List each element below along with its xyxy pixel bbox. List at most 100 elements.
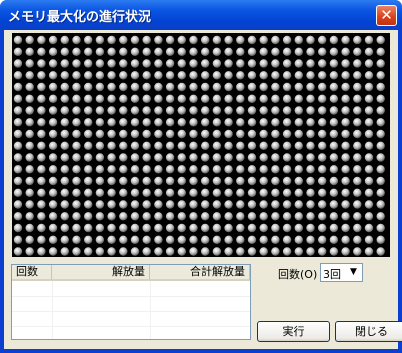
count-select[interactable]: 3回 ▼ xyxy=(320,263,363,282)
memory-dot xyxy=(271,59,280,68)
memory-dot xyxy=(154,141,163,150)
close-button[interactable]: 閉じる xyxy=(335,321,402,342)
memory-dot xyxy=(212,71,222,80)
memory-dot xyxy=(154,165,163,174)
memory-dot xyxy=(84,141,93,150)
memory-dot xyxy=(130,94,140,103)
close-window-button[interactable]: ✕ xyxy=(376,5,397,26)
memory-dot xyxy=(259,141,268,150)
memory-dot xyxy=(37,47,46,56)
memory-dot xyxy=(165,47,175,56)
memory-dot xyxy=(294,176,303,186)
memory-dot xyxy=(37,153,46,162)
memory-dot xyxy=(142,106,151,115)
memory-dot xyxy=(236,71,245,80)
memory-dot xyxy=(142,235,151,244)
memory-dot xyxy=(48,106,58,115)
progress-dialog: メモリ最大化の進行状況 ✕ 回数 解放量 合計解放量 回数(O) 3回 ▼ 実行 xyxy=(0,0,402,353)
memory-dot xyxy=(95,165,105,174)
memory-dot xyxy=(25,94,34,103)
memory-dot xyxy=(318,106,327,115)
memory-dot xyxy=(119,94,128,103)
memory-dot xyxy=(271,188,280,197)
memory-dot xyxy=(353,165,362,174)
memory-dot xyxy=(84,153,93,162)
chevron-down-icon[interactable]: ▼ xyxy=(346,265,361,280)
memory-dot xyxy=(130,176,140,186)
results-table[interactable]: 回数 解放量 合計解放量 xyxy=(11,264,251,340)
memory-dot xyxy=(130,212,140,221)
memory-dot xyxy=(224,35,233,45)
memory-dot xyxy=(236,223,245,233)
column-header-freed[interactable]: 解放量 xyxy=(52,265,150,281)
memory-dot xyxy=(259,59,268,68)
memory-dot xyxy=(282,212,292,221)
title-bar[interactable]: メモリ最大化の進行状況 ✕ xyxy=(0,0,402,30)
memory-dot xyxy=(353,141,362,150)
memory-dot xyxy=(13,176,23,186)
column-header-total-freed[interactable]: 合計解放量 xyxy=(150,265,250,281)
memory-dot xyxy=(247,247,257,256)
memory-dot xyxy=(177,59,186,68)
memory-dot xyxy=(224,47,233,56)
memory-dot xyxy=(318,235,327,244)
memory-dot xyxy=(201,106,210,115)
memory-dot xyxy=(107,106,116,115)
memory-dot xyxy=(130,118,140,127)
memory-dot xyxy=(236,35,245,45)
memory-dot xyxy=(341,118,350,127)
memory-dot xyxy=(376,188,385,197)
memory-dot xyxy=(376,129,385,139)
memory-dot xyxy=(282,200,292,209)
memory-dot xyxy=(48,71,58,80)
memory-dot xyxy=(329,106,339,115)
column-header-count[interactable]: 回数 xyxy=(12,265,52,281)
memory-dot xyxy=(189,200,198,209)
memory-dot xyxy=(130,59,140,68)
run-button[interactable]: 実行 xyxy=(257,321,330,342)
memory-dot xyxy=(341,129,350,139)
memory-dot xyxy=(84,235,93,244)
memory-dot xyxy=(306,176,315,186)
memory-dot xyxy=(376,94,385,103)
memory-dot xyxy=(107,35,116,45)
memory-dot xyxy=(37,212,46,221)
memory-dot xyxy=(142,212,151,221)
memory-dot xyxy=(72,200,81,209)
memory-dot xyxy=(177,223,186,233)
memory-dot xyxy=(318,35,327,45)
memory-dot xyxy=(224,59,233,68)
memory-dot xyxy=(72,106,81,115)
memory-dot xyxy=(212,94,222,103)
memory-dot xyxy=(282,176,292,186)
memory-dot xyxy=(165,94,175,103)
memory-dot xyxy=(364,129,374,139)
memory-dot xyxy=(364,82,374,92)
memory-dot xyxy=(364,35,374,45)
memory-dot xyxy=(13,106,23,115)
memory-dot xyxy=(25,165,34,174)
memory-dot xyxy=(48,94,58,103)
memory-dot xyxy=(236,247,245,256)
memory-dot xyxy=(306,212,315,221)
memory-dot xyxy=(84,106,93,115)
memory-dot xyxy=(13,200,23,209)
memory-dot xyxy=(13,247,23,256)
memory-dot xyxy=(329,118,339,127)
memory-dot xyxy=(119,165,128,174)
memory-dot xyxy=(294,35,303,45)
memory-dot xyxy=(60,35,69,45)
memory-dot xyxy=(294,212,303,221)
memory-dot xyxy=(25,118,34,127)
memory-dot xyxy=(189,247,198,256)
memory-dot xyxy=(72,47,81,56)
memory-dot xyxy=(376,141,385,150)
memory-dot xyxy=(224,82,233,92)
memory-dot xyxy=(376,223,385,233)
memory-dot xyxy=(247,165,257,174)
memory-dot xyxy=(107,223,116,233)
memory-dot xyxy=(119,129,128,139)
memory-dot xyxy=(212,235,222,244)
memory-dot xyxy=(329,35,339,45)
memory-dot xyxy=(282,47,292,56)
